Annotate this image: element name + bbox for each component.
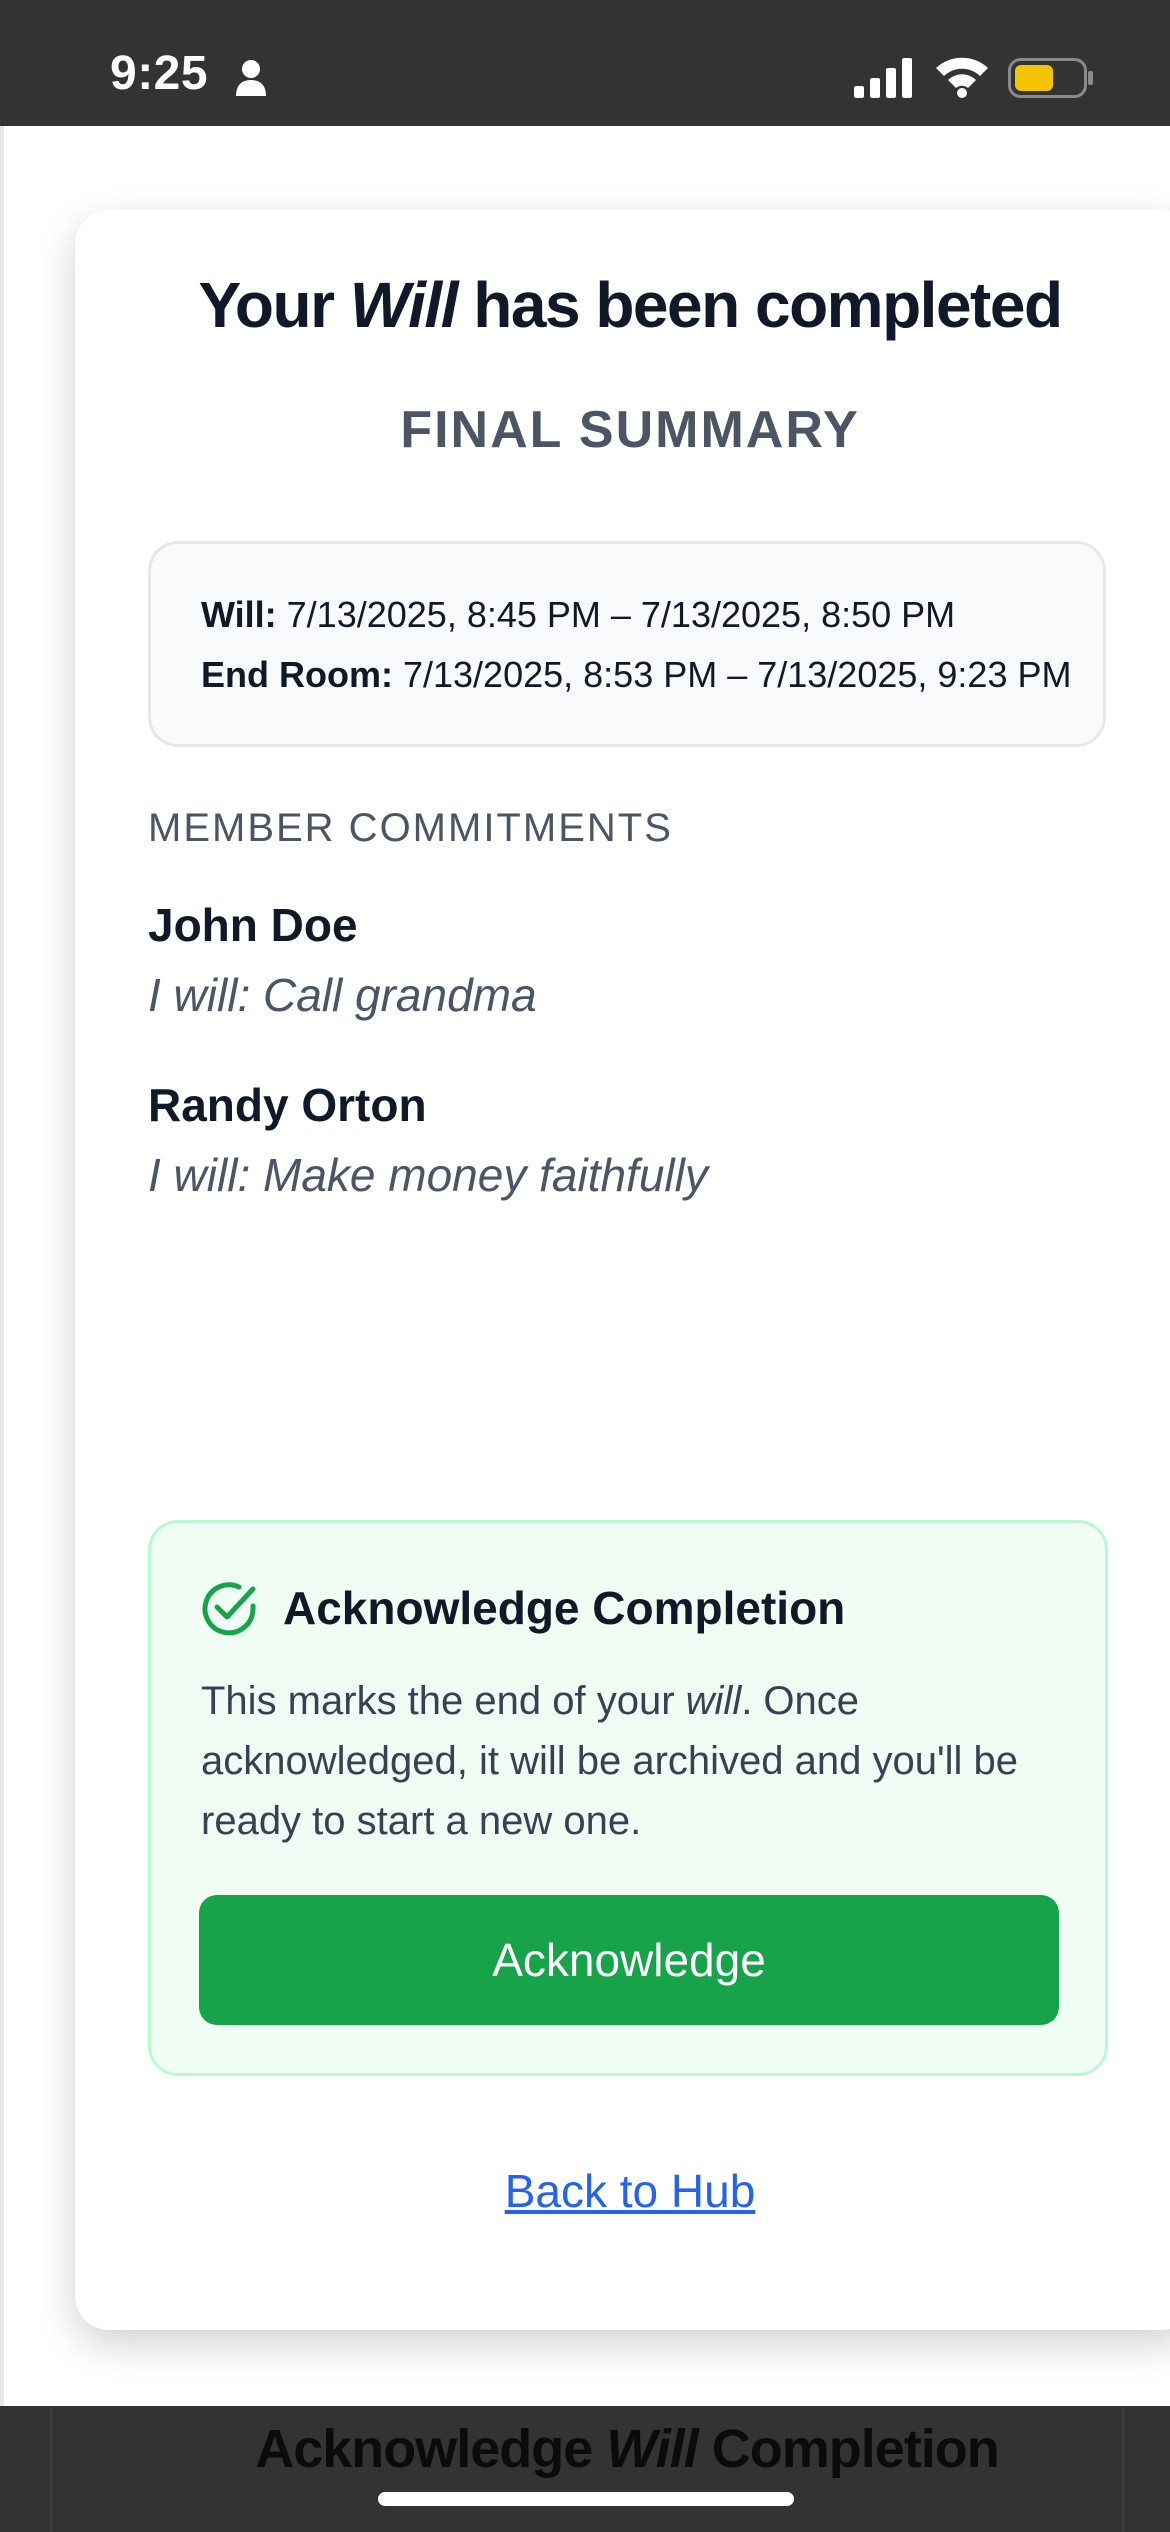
member-commitment: I will: Make money faithfully <box>148 1149 708 1201</box>
member-commitments-heading: MEMBER COMMITMENTS <box>148 806 673 850</box>
background-page-edge <box>0 126 4 2406</box>
acknowledge-button[interactable]: Acknowledge <box>199 1895 1059 2025</box>
acknowledge-title: Acknowledge Completion <box>283 1582 846 1634</box>
back-to-hub-link[interactable]: Back to Hub <box>75 2164 1170 2218</box>
time-summary-box: Will: 7/13/2025, 8:45 PM – 7/13/2025, 8:… <box>148 541 1106 747</box>
background-header-title: Acknowledge Will Completion <box>0 2418 1170 2480</box>
wifi-icon <box>936 57 988 98</box>
title-prefix: Your <box>198 269 350 341</box>
end-room-time-label: End Room: <box>201 654 393 695</box>
title-emphasis: Will <box>349 269 459 341</box>
acknowledge-description: This marks the end of your will. Once ac… <box>201 1671 1071 1851</box>
member-name: John Doe <box>148 899 358 951</box>
home-indicator[interactable] <box>378 2492 794 2506</box>
status-bar: 9:25 <box>0 0 1170 126</box>
signal-icon <box>854 58 912 98</box>
ack-desc-emphasis: will <box>685 1679 742 1723</box>
end-room-time-value: 7/13/2025, 8:53 PM – 7/13/2025, 9:23 PM <box>392 654 1072 695</box>
bg-title-emphasis: Will <box>606 2419 699 2479</box>
ack-desc-prefix: This marks the end of your <box>201 1679 686 1723</box>
bg-title-suffix: Completion <box>697 2419 1000 2479</box>
battery-icon <box>1008 58 1093 98</box>
status-time: 9:25 <box>110 47 209 100</box>
bg-title-prefix: Acknowledge <box>255 2419 607 2479</box>
acknowledge-panel: Acknowledge Completion This marks the en… <box>148 1520 1108 2076</box>
check-circle-icon <box>202 1582 256 1636</box>
will-time-value: 7/13/2025, 8:45 PM – 7/13/2025, 8:50 PM <box>276 594 956 635</box>
person-icon <box>236 60 266 96</box>
member-commitment: I will: Call grandma <box>148 969 537 1021</box>
member-name: Randy Orton <box>148 1079 427 1131</box>
title-suffix: has been completed <box>456 269 1063 341</box>
modal-title: Your Will has been completed <box>75 268 1170 342</box>
final-summary-heading: FINAL SUMMARY <box>400 401 860 459</box>
will-time-row: Will: 7/13/2025, 8:45 PM – 7/13/2025, 8:… <box>201 594 955 636</box>
will-time-label: Will: <box>201 594 277 635</box>
end-room-time-row: End Room: 7/13/2025, 8:53 PM – 7/13/2025… <box>201 654 1071 696</box>
